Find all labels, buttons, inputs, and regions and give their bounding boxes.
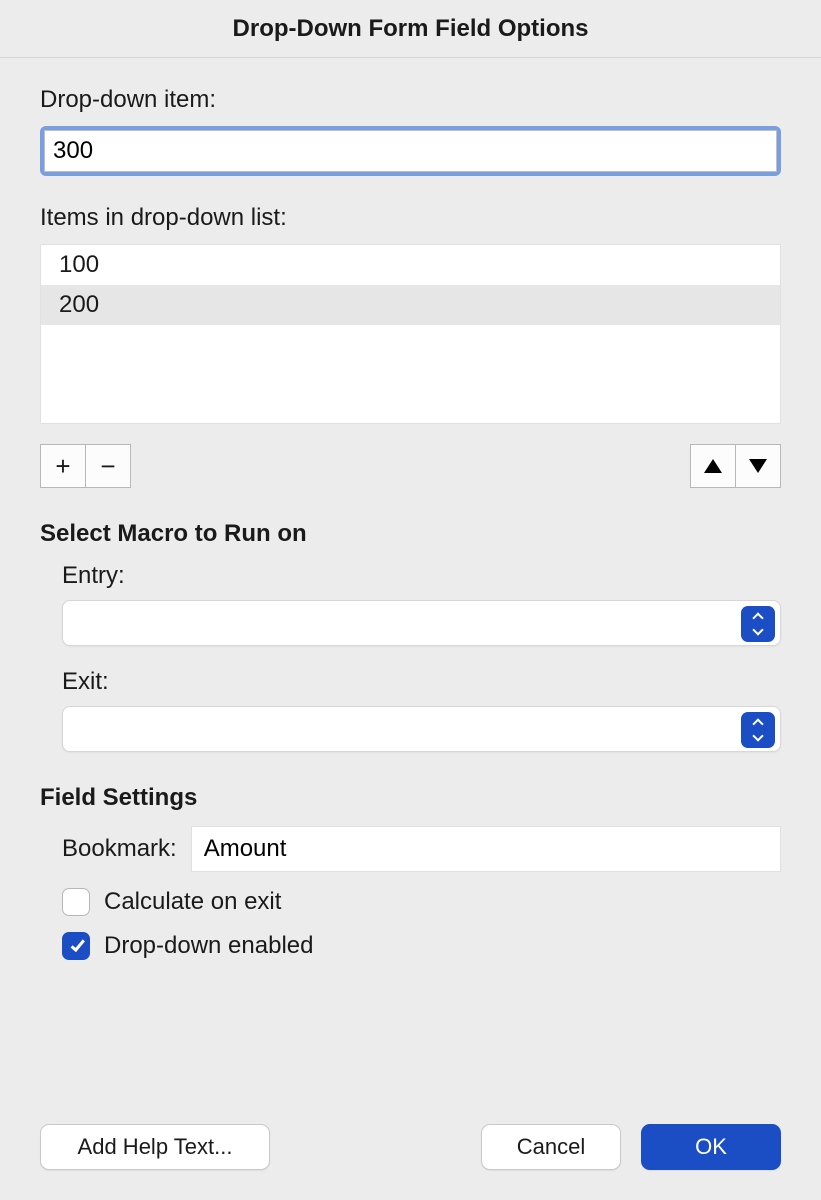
- macro-section-heading: Select Macro to Run on: [40, 520, 781, 548]
- dropdown-item-focus-ring: [40, 126, 781, 176]
- ok-button[interactable]: OK: [641, 1124, 781, 1170]
- move-down-button[interactable]: [735, 444, 781, 488]
- cancel-button[interactable]: Cancel: [481, 1124, 621, 1170]
- items-listbox[interactable]: 100 200: [40, 244, 781, 424]
- items-list-label: Items in drop-down list:: [40, 204, 781, 232]
- calculate-on-exit-checkbox[interactable]: [62, 888, 90, 916]
- triangle-down-icon: [749, 459, 767, 473]
- entry-label: Entry:: [62, 562, 781, 590]
- dropdown-item-label: Drop-down item:: [40, 86, 781, 114]
- move-up-button[interactable]: [690, 444, 736, 488]
- list-item[interactable]: 100: [41, 245, 780, 285]
- entry-macro-dropdown[interactable]: [62, 600, 781, 646]
- remove-item-button[interactable]: −: [85, 444, 131, 488]
- add-item-button[interactable]: +: [40, 444, 86, 488]
- exit-macro-dropdown[interactable]: [62, 706, 781, 752]
- dropdown-enabled-checkbox[interactable]: [62, 932, 90, 960]
- add-help-text-button[interactable]: Add Help Text...: [40, 1124, 270, 1170]
- plus-icon: +: [55, 451, 70, 482]
- dropdown-item-input[interactable]: [44, 130, 777, 172]
- dialog-title: Drop-Down Form Field Options: [0, 0, 821, 58]
- bookmark-input[interactable]: [191, 826, 781, 872]
- check-icon: [70, 937, 84, 952]
- list-item[interactable]: 200: [41, 285, 780, 325]
- dropdown-stepper-icon: [741, 712, 775, 748]
- field-settings-heading: Field Settings: [40, 784, 781, 812]
- triangle-up-icon: [704, 459, 722, 473]
- dropdown-enabled-label: Drop-down enabled: [104, 932, 313, 960]
- dropdown-stepper-icon: [741, 606, 775, 642]
- bookmark-label: Bookmark:: [62, 835, 177, 863]
- minus-icon: −: [100, 451, 115, 482]
- calculate-on-exit-label: Calculate on exit: [104, 888, 281, 916]
- exit-label: Exit:: [62, 668, 781, 696]
